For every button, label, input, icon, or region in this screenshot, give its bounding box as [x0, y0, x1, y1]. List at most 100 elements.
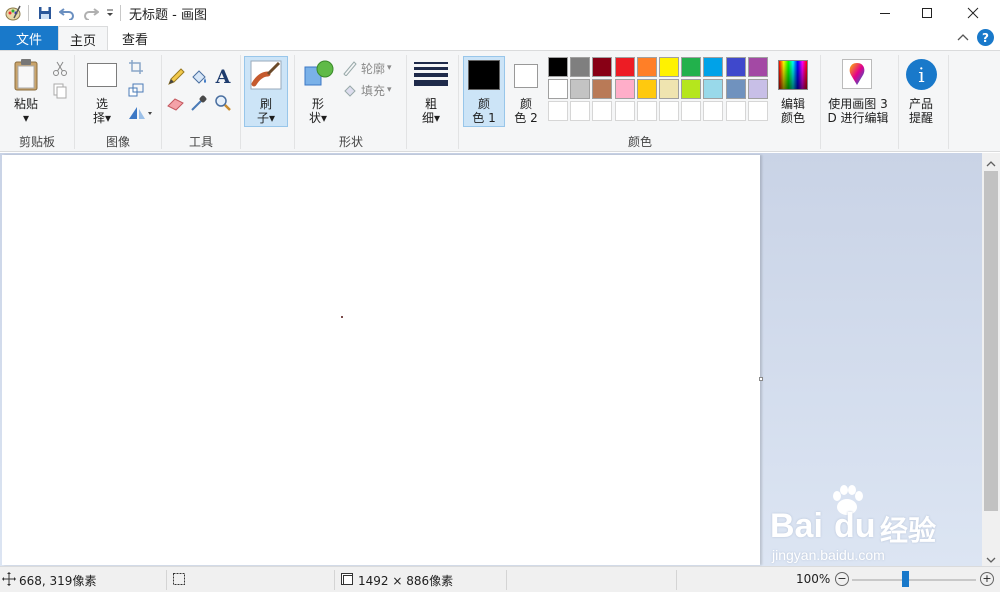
- chevron-up-icon: [957, 34, 969, 41]
- custom-color-slot[interactable]: [703, 101, 723, 121]
- clipboard-icon: [14, 59, 38, 91]
- palette-color-swatch[interactable]: [548, 57, 568, 77]
- palette-color-swatch[interactable]: [637, 57, 657, 77]
- magnifier-icon[interactable]: [213, 93, 233, 113]
- undo-icon[interactable]: [58, 4, 76, 22]
- palette-color-swatch[interactable]: [615, 57, 635, 77]
- paste-button[interactable]: [12, 58, 42, 92]
- paint-app-icon[interactable]: [4, 4, 22, 22]
- palette-color-swatch[interactable]: [592, 57, 612, 77]
- tab-home[interactable]: 主页: [58, 26, 108, 51]
- edit-colors-label-2[interactable]: 颜色: [771, 111, 815, 126]
- outline-button[interactable]: 轮廓 ▾: [342, 59, 400, 77]
- tab-view[interactable]: 查看: [110, 26, 160, 50]
- custom-color-slot[interactable]: [726, 101, 746, 121]
- fill-bucket-icon[interactable]: [189, 67, 209, 87]
- eraser-icon[interactable]: [166, 93, 186, 113]
- palette-color-swatch[interactable]: [659, 57, 679, 77]
- custom-color-slot[interactable]: [659, 101, 679, 121]
- custom-color-slot[interactable]: [570, 101, 590, 121]
- color-picker-icon[interactable]: [189, 93, 209, 113]
- palette-color-swatch[interactable]: [637, 79, 657, 99]
- zoom-out-button[interactable]: −: [835, 572, 849, 586]
- color2-label[interactable]: 颜: [508, 97, 544, 112]
- select-dropdown[interactable]: 择▾: [84, 111, 120, 126]
- window-title: 无标题 - 画图: [129, 8, 207, 23]
- line-size-icon[interactable]: [414, 60, 448, 90]
- rotate-button[interactable]: [126, 103, 154, 123]
- canvas-resize-handle[interactable]: [759, 377, 763, 381]
- palette-color-swatch[interactable]: [592, 79, 612, 99]
- shapes-dropdown[interactable]: 状▾: [300, 111, 336, 126]
- drawing-canvas[interactable]: [2, 155, 760, 565]
- group-label-clipboard: 剪贴板: [18, 135, 55, 149]
- minimize-button[interactable]: [862, 0, 908, 26]
- divider: [28, 5, 29, 21]
- help-button[interactable]: ?: [977, 29, 994, 46]
- palette-color-swatch[interactable]: [570, 57, 590, 77]
- paint3d-icon[interactable]: [842, 59, 872, 89]
- palette-color-swatch[interactable]: [548, 79, 568, 99]
- copy-icon[interactable]: [50, 81, 70, 101]
- color2-label-2[interactable]: 色 2: [508, 111, 544, 126]
- custom-color-slot[interactable]: [592, 101, 612, 121]
- brush-label: 刷: [259, 97, 272, 111]
- product-alert-label-2[interactable]: 提醒: [899, 111, 943, 126]
- custom-color-slot[interactable]: [615, 101, 635, 121]
- pencil-icon[interactable]: [166, 67, 186, 87]
- color2-swatch[interactable]: [514, 64, 538, 88]
- palette-color-swatch[interactable]: [748, 57, 768, 77]
- select-label[interactable]: 选: [84, 97, 120, 112]
- shapes-icon[interactable]: [303, 59, 335, 89]
- customize-quick-access-icon[interactable]: [101, 4, 119, 22]
- palette-color-swatch[interactable]: [703, 79, 723, 99]
- fill-button[interactable]: 填充 ▾: [342, 81, 400, 99]
- zoom-in-button[interactable]: +: [980, 572, 994, 586]
- paint3d-label-2[interactable]: D 进行编辑: [822, 111, 894, 126]
- palette-color-swatch[interactable]: [726, 57, 746, 77]
- maximize-button[interactable]: [904, 0, 950, 26]
- brush-icon: [250, 60, 282, 90]
- select-icon[interactable]: [87, 63, 117, 87]
- palette-color-swatch[interactable]: [726, 79, 746, 99]
- edit-colors-label[interactable]: 编辑: [771, 97, 815, 112]
- palette-color-swatch[interactable]: [681, 79, 701, 99]
- color1-swatch: [468, 60, 500, 90]
- tab-file[interactable]: 文件: [0, 26, 58, 50]
- palette-color-swatch[interactable]: [681, 57, 701, 77]
- text-icon[interactable]: A: [213, 66, 233, 88]
- cut-icon[interactable]: [50, 59, 70, 79]
- close-button[interactable]: [950, 0, 996, 26]
- save-icon[interactable]: [36, 4, 54, 22]
- palette-color-swatch[interactable]: [570, 79, 590, 99]
- redo-icon[interactable]: [82, 4, 100, 22]
- size-dropdown[interactable]: 细▾: [413, 111, 449, 126]
- custom-color-slot[interactable]: [548, 101, 568, 121]
- zoom-slider-track[interactable]: [852, 579, 976, 581]
- palette-color-swatch[interactable]: [615, 79, 635, 99]
- resize-icon[interactable]: [126, 80, 146, 100]
- info-icon[interactable]: i: [906, 59, 937, 90]
- group-label-colors: 颜色: [627, 135, 652, 149]
- paste-label[interactable]: 粘贴: [8, 97, 44, 112]
- outline-label: 轮廓: [361, 61, 386, 76]
- shapes-label: 形: [311, 97, 324, 111]
- crop-icon[interactable]: [126, 57, 146, 77]
- scroll-thumb[interactable]: [984, 171, 998, 511]
- custom-color-slot[interactable]: [681, 101, 701, 121]
- palette-color-swatch[interactable]: [703, 57, 723, 77]
- group-separator: [948, 55, 949, 149]
- dropdown-arrow-icon[interactable]: ▾: [8, 111, 44, 126]
- zoom-slider-thumb[interactable]: [902, 571, 909, 587]
- brush-dropdown[interactable]: 子▾: [248, 111, 284, 126]
- palette-color-swatch[interactable]: [748, 79, 768, 99]
- watermark-brand: Bai: [770, 507, 823, 545]
- paint3d-label[interactable]: 使用画图 3: [822, 97, 894, 112]
- palette-color-swatch[interactable]: [659, 79, 679, 99]
- custom-color-slot[interactable]: [748, 101, 768, 121]
- edit-colors-icon[interactable]: [778, 60, 808, 90]
- scroll-up-icon[interactable]: [986, 157, 996, 167]
- product-alert-label[interactable]: 产品: [899, 97, 943, 112]
- custom-color-slot[interactable]: [637, 101, 657, 121]
- collapse-ribbon-button[interactable]: [956, 31, 970, 45]
